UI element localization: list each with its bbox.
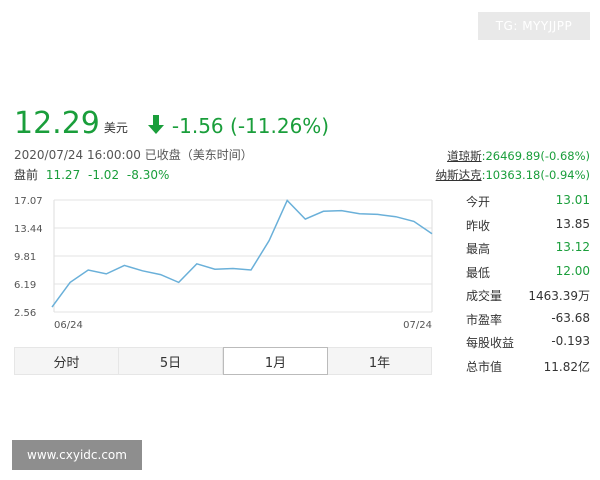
stat-label: 最低 [466, 265, 491, 280]
premarket-price: 11.27 [45, 168, 81, 182]
stat-row: 今开 13.01 [466, 193, 590, 217]
stat-value: 13.12 [555, 240, 590, 254]
period-tabs: 分时 5日 1月 1年 [14, 347, 432, 375]
stat-value: 13.85 [555, 216, 590, 231]
premarket-change: -1.02 [88, 168, 120, 182]
stat-value: 1463.39万 [528, 289, 590, 303]
price-line [51, 199, 433, 308]
tab-1[interactable]: 5日 [119, 347, 223, 375]
y-tick-label: 2.56 [14, 308, 36, 319]
watermark-bottom: www.cxyidc.com [12, 440, 142, 470]
stat-value: 13.01 [555, 193, 590, 207]
x-tick-label: 07/24 [403, 320, 432, 331]
y-tick-label: 17.07 [14, 196, 43, 207]
currency-label: 美元 [103, 121, 128, 135]
stat-label: 总市值 [466, 359, 503, 374]
tab-2[interactable]: 1月 [223, 347, 328, 375]
premarket-label: 盘前 [14, 168, 39, 182]
index-dow-jones[interactable]: 道琼斯:26469.89(-0.68%) [447, 148, 590, 164]
index-name[interactable]: 道琼斯 [447, 149, 482, 163]
y-tick-label: 6.19 [14, 280, 36, 291]
index-name[interactable]: 纳斯达克 [436, 168, 482, 182]
stat-label: 每股收益 [466, 336, 515, 350]
stat-value: 12.00 [555, 263, 590, 278]
stat-value: 11.82亿 [543, 359, 590, 374]
stat-row: 成交量 1463.39万 [466, 287, 590, 311]
stat-row: 昨收 13.85 [466, 217, 590, 241]
stat-row: 每股收益 -0.193 [466, 334, 590, 358]
stat-row: 最低 12.00 [466, 264, 590, 288]
stat-row: 最高 13.12 [466, 240, 590, 264]
stat-label: 昨收 [466, 218, 491, 233]
price-change: -1.56 (-11.26%) [171, 114, 330, 138]
y-tick-label: 13.44 [14, 224, 43, 235]
stat-value: -63.68 [551, 310, 590, 325]
index-value: :10363.18(-0.94%) [481, 168, 590, 182]
tab-3[interactable]: 1年 [328, 347, 432, 375]
y-tick-label: 9.81 [14, 252, 36, 263]
current-price: 12.29 [14, 106, 100, 141]
index-value: :26469.89(-0.68%) [481, 149, 590, 163]
stat-row: 市盈率 -63.68 [466, 311, 590, 335]
price-chart-svg: 17.07 13.44 9.81 6.19 2.56 06/24 07/24 [14, 196, 433, 331]
tab-0[interactable]: 分时 [14, 347, 119, 375]
stat-label: 今开 [466, 195, 491, 209]
stat-label: 最高 [466, 242, 491, 256]
arrow-down-icon [147, 115, 164, 134]
stat-label: 市盈率 [466, 312, 503, 327]
premarket-row: 盘前 11.27 -1.02 -8.30% [14, 166, 173, 183]
x-tick-label: 06/24 [54, 320, 83, 331]
quote-timestamp: 2020/07/24 16:00:00 已收盘（美东时间） [14, 148, 253, 162]
stat-label: 成交量 [466, 289, 503, 303]
premarket-percent: -8.30% [126, 168, 170, 182]
price-chart: 17.07 13.44 9.81 6.19 2.56 06/24 07/24 [14, 190, 434, 340]
stats-panel: 今开 13.01 昨收 13.85 最高 13.12 最低 12.00 成交量 1463.39万市… [466, 193, 590, 381]
quote-header: 12.29 美元 -1.56 (-11.26%) [14, 106, 329, 142]
index-nasdaq[interactable]: 纳斯达克:10363.18(-0.94%) [436, 167, 590, 183]
stat-value: -0.193 [551, 334, 590, 348]
stat-row: 总市值 11.82亿 [466, 358, 590, 382]
watermark-top: TG: MYYJJPP [478, 12, 590, 40]
